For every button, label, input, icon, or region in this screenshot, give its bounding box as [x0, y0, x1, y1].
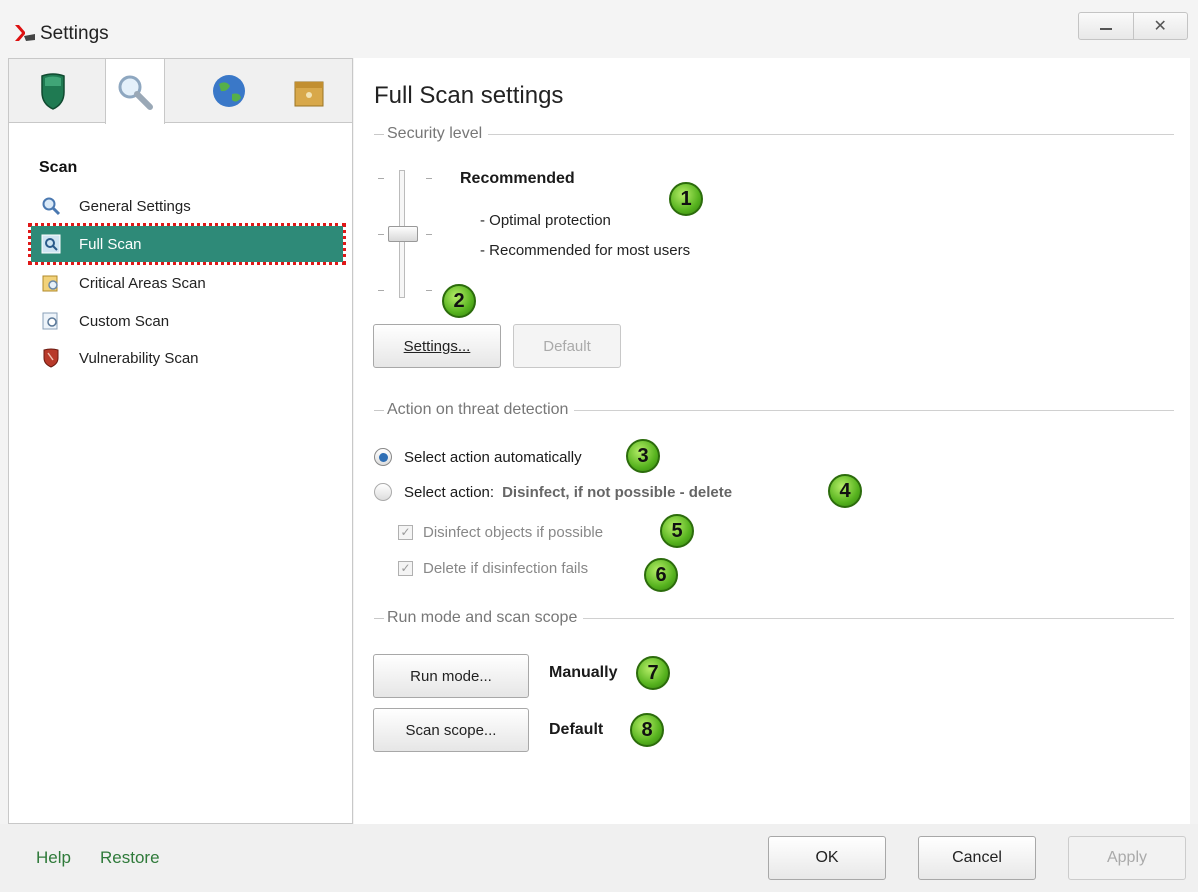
run-mode-value: Manually: [549, 664, 618, 681]
sidebar-item-general-settings[interactable]: General Settings: [31, 191, 343, 221]
callout-badge: 2: [442, 284, 476, 318]
sidebar-item-vulnerability-scan[interactable]: Vulnerability Scan: [31, 343, 343, 373]
shield-icon: [41, 73, 65, 110]
vulnerability-icon: [39, 347, 63, 369]
main-panel: Full Scan settings Security level Recomm…: [354, 58, 1190, 824]
kaspersky-logo-icon: [15, 25, 35, 41]
delete-checkbox-row[interactable]: ✓ Delete if disinfection fails: [398, 557, 588, 579]
threat-action-header: Action on threat detection: [374, 400, 1174, 420]
sidebar-item-label: Critical Areas Scan: [79, 274, 206, 292]
checkbox-label: Delete if disinfection fails: [423, 559, 589, 577]
magnifier-icon: [39, 195, 63, 217]
select-action-auto-radio[interactable]: Select action automatically: [374, 445, 582, 469]
callout-badge: 3: [626, 439, 660, 473]
sidebar-item-label: Custom Scan: [79, 312, 170, 330]
run-mode-header: Run mode and scan scope: [374, 608, 1174, 628]
button-label: Settings...: [403, 337, 471, 355]
group-header-label: Run mode and scan scope: [387, 609, 578, 626]
cancel-button[interactable]: Cancel: [918, 836, 1036, 880]
radio-button[interactable]: [374, 483, 392, 501]
sidebar-item-custom-scan[interactable]: Custom Scan: [31, 306, 343, 336]
callout-badge: 5: [660, 514, 694, 548]
sidebar-item-label: Full Scan: [79, 235, 142, 253]
checkbox[interactable]: ✓: [398, 560, 413, 576]
globe-icon: [213, 75, 245, 107]
close-button[interactable]: ✕: [1134, 13, 1188, 39]
sidebar-item-critical-areas-scan[interactable]: Critical Areas Scan: [31, 268, 343, 298]
level-description: - Optimal protection: [480, 212, 611, 229]
tab-advanced[interactable]: [279, 59, 339, 123]
critical-areas-icon: [39, 272, 63, 294]
run-mode-button[interactable]: Run mode...: [373, 654, 529, 698]
security-level-header: Security level: [374, 124, 1174, 144]
button-label: Default: [543, 337, 591, 355]
sidebar-item-full-scan[interactable]: Full Scan: [28, 223, 346, 265]
footer: Help Restore OK Cancel Apply: [0, 824, 1198, 892]
sidebar-item-label: General Settings: [79, 197, 191, 215]
group-header-label: Action on threat detection: [387, 401, 569, 418]
security-level-name: Recommended: [460, 170, 575, 187]
window-controls: ✕: [1078, 12, 1188, 40]
slider-thumb[interactable]: [388, 226, 418, 242]
sidebar-item-label: Vulnerability Scan: [79, 349, 199, 367]
disinfect-checkbox-row[interactable]: ✓ Disinfect objects if possible: [398, 521, 603, 543]
default-button[interactable]: Default: [513, 324, 621, 368]
restore-link[interactable]: Restore: [100, 848, 160, 868]
tab-update[interactable]: [199, 59, 259, 123]
window-title: Settings: [40, 23, 109, 44]
callout-badge: 8: [630, 713, 664, 747]
radio-label: Select action:: [404, 483, 495, 501]
sidebar: Scan General Settings Full Scan Critical…: [8, 58, 353, 824]
level-description: - Recommended for most users: [480, 242, 691, 259]
radio-button[interactable]: [374, 448, 392, 466]
title-bar: Settings ✕: [0, 0, 1198, 60]
page-title: Full Scan settings: [374, 82, 564, 109]
minimize-icon: [1099, 28, 1112, 30]
callout-badge: 6: [644, 558, 678, 592]
apply-button[interactable]: Apply: [1068, 836, 1186, 880]
full-scan-icon: [39, 233, 63, 255]
box-icon: [294, 81, 324, 107]
button-label: Scan scope...: [405, 721, 497, 739]
ok-button[interactable]: OK: [768, 836, 886, 880]
magnifier-icon: [118, 75, 153, 110]
select-action-manual-radio[interactable]: Select action: Disinfect, if not possibl…: [374, 480, 732, 504]
security-level-slider[interactable]: [374, 170, 434, 300]
button-label: Run mode...: [410, 667, 492, 685]
button-label: Apply: [1106, 849, 1148, 866]
callout-badge: 7: [636, 656, 670, 690]
button-label: OK: [815, 849, 839, 866]
minimize-button[interactable]: [1079, 13, 1134, 39]
callout-badge: 1: [669, 182, 703, 216]
checkbox-label: Disinfect objects if possible: [423, 523, 604, 541]
scan-scope-button[interactable]: Scan scope...: [373, 708, 529, 752]
radio-label: Select action automatically: [404, 448, 582, 466]
security-settings-button[interactable]: Settings...: [373, 324, 501, 368]
button-label: Cancel: [952, 849, 1002, 866]
category-tabs: [9, 59, 352, 124]
checkbox[interactable]: ✓: [398, 524, 413, 540]
help-link[interactable]: Help: [36, 848, 71, 868]
group-header-label: Security level: [387, 125, 483, 142]
tab-protection[interactable]: [23, 59, 83, 123]
sidebar-section-title: Scan: [39, 159, 78, 176]
tab-scan[interactable]: [105, 59, 165, 124]
custom-scan-icon: [39, 310, 63, 332]
action-value: Disinfect, if not possible - delete: [502, 483, 733, 501]
close-icon: ✕: [1153, 18, 1167, 35]
scan-scope-value: Default: [549, 721, 604, 738]
callout-badge: 4: [828, 474, 862, 508]
